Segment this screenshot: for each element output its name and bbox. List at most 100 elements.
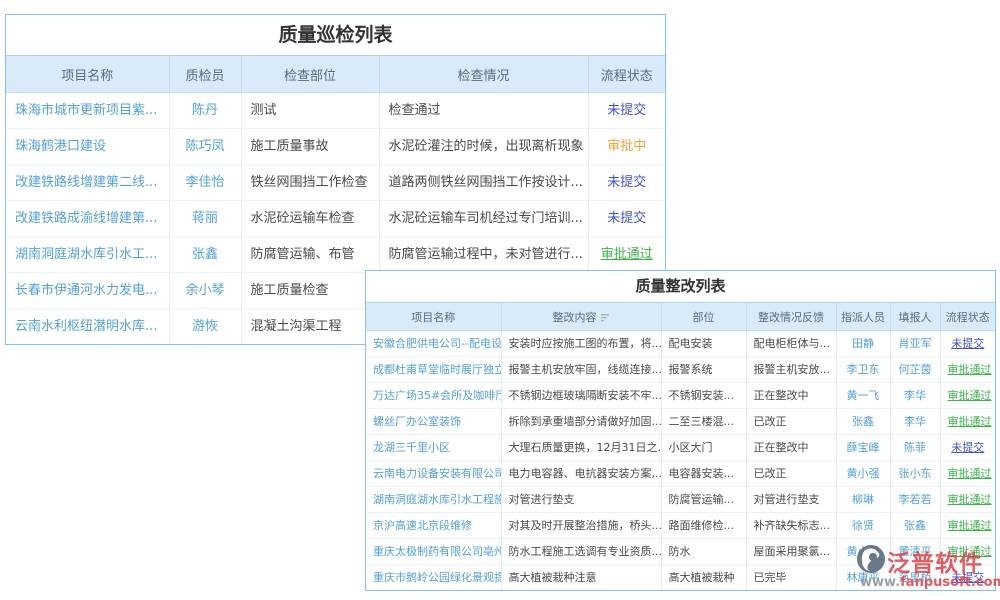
assignee-cell: 李卫东 — [836, 357, 890, 383]
project-link[interactable]: 湖南洞庭湖水库引水工... — [15, 247, 157, 262]
inspector-link[interactable]: 蒋丽 — [192, 211, 218, 226]
status-badge[interactable]: 未提交 — [607, 211, 646, 226]
inspector-link[interactable]: 游恢 — [192, 319, 218, 334]
check-part-cell: 混凝土沟渠工程 — [241, 309, 379, 345]
project-link[interactable]: 湖南洞庭湖水库引水工程施工标 — [373, 493, 501, 506]
assignee-link[interactable]: 黄小强 — [847, 545, 880, 558]
reporter-link[interactable]: 张鑫 — [904, 519, 926, 532]
status-badge[interactable]: 未提交 — [607, 103, 646, 118]
inspector-cell: 陈丹 — [169, 93, 241, 129]
status-badge[interactable]: 未提交 — [951, 571, 984, 584]
feedback-cell: 正在整改中 — [746, 435, 836, 461]
check-part-cell: 防腐管运输、布管 — [241, 237, 379, 273]
reporter-link[interactable]: 李若若 — [899, 493, 932, 506]
inspector-link[interactable]: 李佳怡 — [185, 175, 224, 190]
inspector-cell: 张鑫 — [169, 237, 241, 273]
inspector-link[interactable]: 余小琴 — [185, 283, 224, 298]
reporter-link[interactable]: 李华 — [904, 415, 926, 428]
inspector-link[interactable]: 张鑫 — [192, 247, 218, 262]
project-link[interactable]: 重庆太极制药有限公司亳州中... — [373, 545, 501, 558]
inspection-table-row: 珠海市城市更新项目紫... 陈丹 测试 检查通过 未提交 — [6, 93, 665, 129]
reporter-cell: 陈菲 — [890, 435, 940, 461]
status-badge[interactable]: 审批通过 — [948, 519, 992, 532]
project-cell: 安徽合肥供电公司--配电设备... — [366, 331, 501, 357]
reporter-link[interactable]: 李华 — [904, 389, 926, 402]
project-link[interactable]: 云南电力设备安装有限公司20... — [373, 467, 501, 480]
feedback-cell: 正在整改中 — [746, 383, 836, 409]
assignee-cell: 柳琳 — [836, 487, 890, 513]
reporter-link[interactable]: 董清平 — [899, 545, 932, 558]
reporter-link[interactable]: 肖亚军 — [899, 337, 932, 350]
assignee-link[interactable]: 黄一飞 — [847, 389, 880, 402]
feedback-cell: 已改正 — [746, 409, 836, 435]
reporter-link[interactable]: 何芷茵 — [899, 363, 932, 376]
project-link[interactable]: 万达广场35#会所及咖啡厅空... — [373, 389, 501, 402]
project-link[interactable]: 京沪高速北京段维修 — [373, 519, 472, 532]
project-link[interactable]: 长春市伊通河水力发电... — [15, 283, 157, 298]
feedback-cell: 配电柜柜体与... — [746, 331, 836, 357]
flow-status-cell: 未提交 — [588, 93, 665, 129]
assignee-cell: 徐贤 — [836, 513, 890, 539]
rectify-content-cell: 不锈钢边框玻璃隔断安装不牢... — [501, 383, 661, 409]
col-header-flow-status: 流程状态 — [588, 56, 665, 93]
inspector-link[interactable]: 陈巧凤 — [185, 139, 224, 154]
status-badge[interactable]: 审批通过 — [948, 545, 992, 558]
rectification-table-row: 云南电力设备安装有限公司20... 电力电容器、电抗器安装方案,... 电容器安… — [366, 461, 995, 487]
inspection-table-title: 质量巡检列表 — [6, 15, 665, 56]
reporter-link[interactable]: 张小东 — [899, 467, 932, 480]
rectification-header-row: 项目名称 整改内容 部位 整改情况反馈 指派人员 填报人 流程状态 — [366, 303, 995, 331]
project-link[interactable]: 成都杜甫草堂临时展厅独立展... — [373, 363, 501, 376]
reporter-link[interactable]: 陈菲 — [904, 441, 926, 454]
check-situation-cell: 水泥砼灌注的时候，出现离析现象 — [379, 129, 588, 165]
part-cell: 路面维修检... — [661, 513, 746, 539]
status-badge[interactable]: 审批通过 — [601, 247, 653, 262]
rectify-content-cell: 安装时应按施工图的布置，将... — [501, 331, 661, 357]
status-badge[interactable]: 审批通过 — [948, 493, 992, 506]
status-badge[interactable]: 审批通过 — [948, 467, 992, 480]
status-badge[interactable]: 未提交 — [607, 175, 646, 190]
flow-status-cell: 未提交 — [588, 165, 665, 201]
inspection-header-row: 项目名称 质检员 检查部位 检查情况 流程状态 — [6, 56, 665, 93]
col-header-project-name: 项目名称 — [366, 303, 501, 331]
project-link[interactable]: 安徽合肥供电公司--配电设备... — [373, 337, 501, 350]
assignee-link[interactable]: 黄小强 — [847, 467, 880, 480]
inspector-link[interactable]: 陈丹 — [192, 103, 218, 118]
project-link[interactable]: 云南水利枢纽潜明水库... — [15, 319, 157, 334]
status-badge[interactable]: 审批通过 — [948, 389, 992, 402]
rectify-content-cell: 电力电容器、电抗器安装方案,... — [501, 461, 661, 487]
assignee-link[interactable]: 徐贤 — [852, 519, 874, 532]
project-link[interactable]: 珠海市城市更新项目紫... — [15, 103, 157, 118]
check-part-cell: 施工质量事故 — [241, 129, 379, 165]
project-link[interactable]: 珠海鹤港口建设 — [15, 139, 106, 154]
reporter-cell: 张鑫 — [890, 513, 940, 539]
assignee-link[interactable]: 田静 — [852, 337, 874, 350]
inspection-table-row: 湖南洞庭湖水库引水工... 张鑫 防腐管运输、布管 防腐管运输过程中，未对管进行… — [6, 237, 665, 273]
check-part-cell: 铁丝网围挡工作检查 — [241, 165, 379, 201]
assignee-link[interactable]: 张鑫 — [852, 415, 874, 428]
reporter-link[interactable]: 范里桥 — [899, 571, 932, 584]
check-situation-cell: 检查通过 — [379, 93, 588, 129]
project-link[interactable]: 改建铁路线增建第二线... — [15, 175, 157, 190]
reporter-cell: 李华 — [890, 409, 940, 435]
project-cell: 云南水利枢纽潜明水库... — [6, 309, 169, 345]
assignee-link[interactable]: 李卫东 — [847, 363, 880, 376]
reporter-cell: 张小东 — [890, 461, 940, 487]
project-link[interactable]: 重庆市鹅岭公园绿化景观提升... — [373, 571, 501, 584]
status-badge[interactable]: 审批通过 — [948, 363, 992, 376]
project-link[interactable]: 改建铁路成渝线增建第... — [15, 211, 157, 226]
project-link[interactable]: 螺丝厂办公室装饰 — [373, 415, 461, 428]
status-badge[interactable]: 未提交 — [951, 441, 984, 454]
status-badge[interactable]: 审批通过 — [948, 415, 992, 428]
assignee-link[interactable]: 柳琳 — [852, 493, 874, 506]
project-cell: 云南电力设备安装有限公司20... — [366, 461, 501, 487]
assignee-cell: 张鑫 — [836, 409, 890, 435]
status-badge[interactable]: 未提交 — [951, 337, 984, 350]
assignee-link[interactable]: 薛宝峰 — [847, 441, 880, 454]
project-cell: 湖南洞庭湖水库引水工... — [6, 237, 169, 273]
assignee-link[interactable]: 林康平 — [847, 571, 880, 584]
project-cell: 改建铁路成渝线增建第... — [6, 201, 169, 237]
sort-icon[interactable] — [601, 312, 610, 325]
col-header-rectify-content[interactable]: 整改内容 — [501, 303, 661, 331]
project-link[interactable]: 龙湖三千里小区 — [373, 441, 450, 454]
status-badge[interactable]: 审批中 — [607, 139, 646, 154]
